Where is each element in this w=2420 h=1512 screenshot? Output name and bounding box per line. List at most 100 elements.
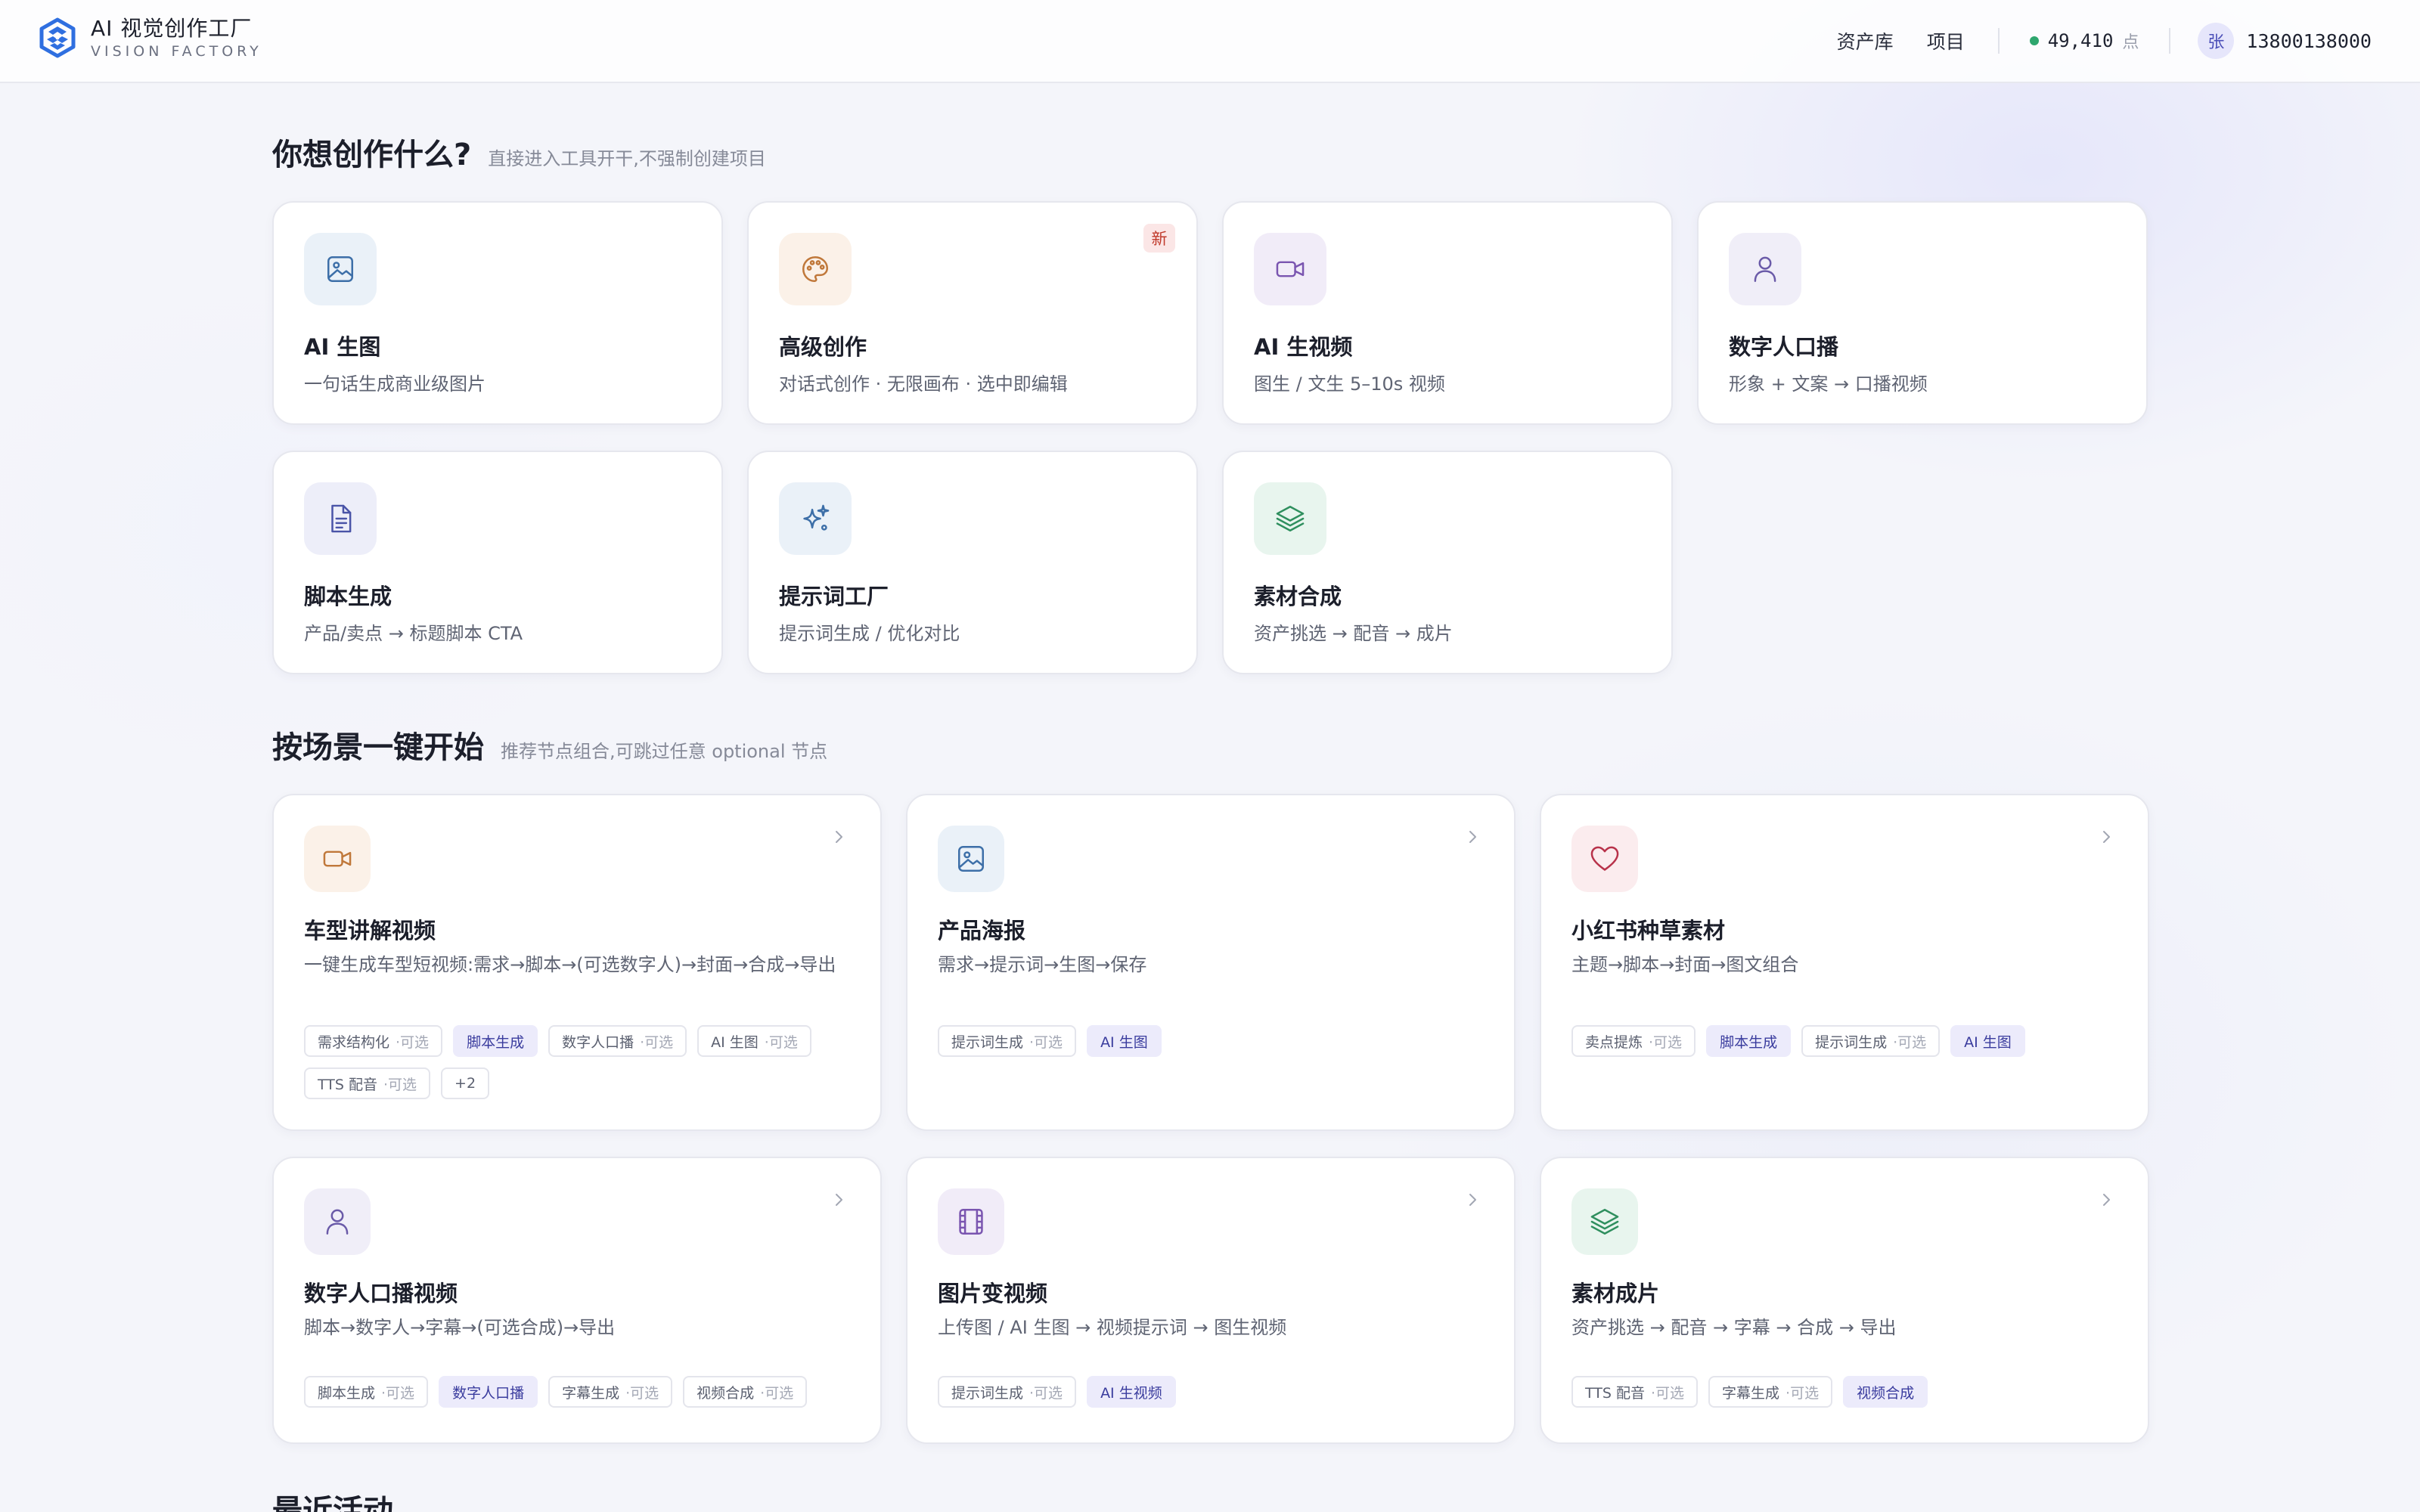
new-badge: 新 bbox=[1143, 224, 1175, 253]
node-chip[interactable]: AI 生视频 bbox=[1087, 1376, 1176, 1408]
node-chip-label: TTS 配音 bbox=[1585, 1384, 1645, 1402]
nav-divider bbox=[2169, 28, 2171, 54]
user-phone[interactable]: 13800138000 bbox=[2246, 30, 2372, 52]
tool-icon-box bbox=[779, 233, 852, 305]
node-chip[interactable]: 提示词生成 ·可选 bbox=[938, 1025, 1077, 1057]
node-chip-optional: ·可选 bbox=[640, 1033, 674, 1051]
node-chip[interactable]: 脚本生成 bbox=[1706, 1025, 1792, 1057]
document-icon bbox=[331, 504, 352, 533]
node-chip-label: AI 生视频 bbox=[1100, 1384, 1162, 1402]
node-chip-optional: ·可选 bbox=[760, 1384, 794, 1402]
node-chip-label: AI 生图 bbox=[1964, 1033, 2012, 1051]
scene-card[interactable]: 产品海报 需求→提示词→生图→保存 提示词生成 ·可选 AI 生图 bbox=[906, 794, 1516, 1131]
image-icon bbox=[958, 846, 984, 872]
node-chip[interactable]: TTS 配音 ·可选 bbox=[1571, 1376, 1699, 1408]
brand[interactable]: AI 视觉创作工厂 VISION FACTORY bbox=[35, 15, 262, 60]
tool-card[interactable]: AI 生图一句话生成商业级图片 bbox=[272, 201, 723, 425]
scene-icon-box bbox=[304, 1188, 371, 1255]
node-chip[interactable]: AI 生图 bbox=[1950, 1025, 2025, 1057]
tool-icon-box bbox=[1254, 482, 1326, 555]
tool-card[interactable]: AI 生视频 图生 / 文生 5–10s 视频 bbox=[1222, 201, 1673, 425]
scene-icon-box bbox=[938, 1188, 1004, 1255]
recent-activity-title: 最近活动 bbox=[272, 1494, 393, 1512]
node-chip[interactable]: 需求结构化 ·可选 bbox=[304, 1025, 443, 1057]
node-chip[interactable]: 视频合成 bbox=[1843, 1376, 1928, 1408]
brand-subtitle: VISION FACTORY bbox=[91, 43, 262, 60]
scene-icon-box bbox=[304, 826, 371, 892]
node-chip[interactable]: 脚本生成 ·可选 bbox=[304, 1376, 429, 1408]
node-chip-optional: ·可选 bbox=[1650, 1384, 1685, 1402]
node-chip[interactable]: 数字人口播 ·可选 bbox=[548, 1025, 687, 1057]
film-icon bbox=[959, 1209, 983, 1235]
scene-description: 上传图 / AI 生图 → 视频提示词 → 图生视频 bbox=[938, 1317, 1287, 1338]
section-subtitle: 推荐节点组合,可跳过任意 optional 节点 bbox=[501, 741, 828, 762]
scene-card[interactable]: 素材成片 资产挑选 → 配音 → 字幕 → 合成 → 导出 TTS 配音 ·可选 字幕生… bbox=[1540, 1157, 2149, 1444]
tool-card[interactable]: 提示词工厂 提示词生成 / 优化对比 bbox=[747, 451, 1198, 674]
node-chip[interactable]: TTS 配音 ·可选 bbox=[304, 1067, 431, 1099]
tool-icon-box bbox=[304, 233, 377, 305]
chevron-right-icon[interactable] bbox=[830, 1191, 847, 1208]
chevron-right-icon[interactable] bbox=[830, 829, 847, 845]
tool-title: AI 生图 bbox=[304, 334, 381, 360]
scene-description: 一键生成车型短视频:需求→脚本→(可选数字人)→封面→合成→导出 bbox=[304, 954, 836, 975]
node-chip-optional: ·可选 bbox=[381, 1384, 415, 1402]
tool-description: 一句话生成商业级图片 bbox=[304, 373, 486, 395]
scene-title: 素材成片 bbox=[1571, 1281, 1660, 1306]
scene-description: 资产挑选 → 配音 → 字幕 → 合成 → 导出 bbox=[1571, 1317, 1897, 1338]
node-chip-optional: ·可选 bbox=[1893, 1033, 1927, 1051]
tool-title: 数字人口播 bbox=[1729, 334, 1839, 360]
scene-card[interactable]: 车型讲解视频 一键生成车型短视频:需求→脚本→(可选数字人)→封面→合成→导出 需求… bbox=[272, 794, 882, 1131]
node-chip[interactable]: 字幕生成 ·可选 bbox=[548, 1376, 673, 1408]
node-chip-label: 卖点提炼 bbox=[1585, 1033, 1643, 1051]
tool-card[interactable]: 素材合成 资产挑选 → 配音 → 成片 bbox=[1222, 451, 1673, 674]
tool-card[interactable]: 脚本生成 产品/卖点 → 标题脚本 CTA bbox=[272, 451, 723, 674]
brand-logo-icon bbox=[39, 17, 76, 58]
node-chip-list: 提示词生成 ·可选 AI 生视频 bbox=[938, 1376, 1497, 1408]
chevron-right-icon[interactable] bbox=[1464, 1191, 1481, 1208]
image-icon bbox=[327, 256, 353, 282]
section-subtitle: 直接进入工具开干,不强制创建项目 bbox=[488, 148, 766, 169]
chevron-right-icon[interactable] bbox=[1464, 829, 1481, 845]
tool-icon-box bbox=[1729, 233, 1801, 305]
node-chip-optional: ·可选 bbox=[1649, 1033, 1683, 1051]
node-chip[interactable]: 数字人口播 bbox=[439, 1376, 538, 1408]
node-chip-list: TTS 配音 ·可选 字幕生成 ·可选 视频合成 bbox=[1571, 1376, 2131, 1408]
nav-assets-link[interactable]: 资产库 bbox=[1837, 27, 1894, 54]
scene-icon-box bbox=[1571, 826, 1638, 892]
section-title: 你想创作什么? bbox=[272, 138, 472, 172]
tool-title: 素材合成 bbox=[1254, 584, 1342, 609]
node-chip-label: 提示词生成 bbox=[951, 1384, 1024, 1402]
scene-icon-box bbox=[938, 826, 1004, 892]
node-chip[interactable]: AI 生图 bbox=[1087, 1025, 1162, 1057]
node-chip[interactable]: 卖点提炼 ·可选 bbox=[1571, 1025, 1696, 1057]
user-avatar[interactable]: 张 bbox=[2198, 23, 2235, 59]
layers-icon bbox=[1276, 506, 1305, 531]
node-chip[interactable]: AI 生图 ·可选 bbox=[697, 1025, 811, 1057]
node-chip[interactable]: 提示词生成 ·可选 bbox=[1801, 1025, 1941, 1057]
tool-card[interactable]: 高级创作 对话式创作 · 无限画布 · 选中即编辑 新 bbox=[747, 201, 1198, 425]
node-chip-label: 提示词生成 bbox=[951, 1033, 1024, 1051]
node-chip-optional: ·可选 bbox=[1786, 1384, 1820, 1402]
video-icon bbox=[323, 850, 352, 867]
node-chip[interactable]: 视频合成 ·可选 bbox=[683, 1376, 808, 1408]
scene-card[interactable]: 数字人口播视频 脚本→数字人→字幕→(可选合成)→导出 脚本生成 ·可选 数字人口播 字幕… bbox=[272, 1157, 882, 1444]
node-chip[interactable]: 提示词生成 ·可选 bbox=[938, 1376, 1077, 1408]
tool-description: 对话式创作 · 无限画布 · 选中即编辑 bbox=[779, 373, 1068, 395]
node-chip-label: 字幕生成 bbox=[1722, 1384, 1780, 1402]
tool-icon-box bbox=[779, 482, 852, 555]
node-chip-label: 视频合成 bbox=[697, 1384, 755, 1402]
scene-card[interactable]: 图片变视频 上传图 / AI 生图 → 视频提示词 → 图生视频 提示词生成 ·可选 A… bbox=[906, 1157, 1516, 1444]
section-title: 按场景一键开始 bbox=[272, 730, 484, 765]
chevron-right-icon[interactable] bbox=[2098, 1191, 2114, 1208]
chevron-right-icon[interactable] bbox=[2098, 829, 2114, 845]
credits-display[interactable]: 49,410 点 bbox=[2029, 29, 2139, 53]
tool-card[interactable]: 数字人口播 形象 + 文案 → 口播视频 bbox=[1697, 201, 2148, 425]
node-chip[interactable]: 脚本生成 bbox=[453, 1025, 538, 1057]
scene-card[interactable]: 小红书种草素材 主题→脚本→封面→图文组合 卖点提炼 ·可选 脚本生成 提示词生成 ·可选 A… bbox=[1540, 794, 2149, 1131]
brand-title: AI 视觉创作工厂 bbox=[91, 16, 253, 41]
node-chip-label: 视频合成 bbox=[1857, 1384, 1915, 1402]
node-chip[interactable]: +2 bbox=[441, 1067, 490, 1099]
scene-title: 产品海报 bbox=[938, 918, 1026, 943]
node-chip[interactable]: 字幕生成 ·可选 bbox=[1708, 1376, 1833, 1408]
nav-projects-link[interactable]: 项目 bbox=[1927, 27, 1965, 54]
